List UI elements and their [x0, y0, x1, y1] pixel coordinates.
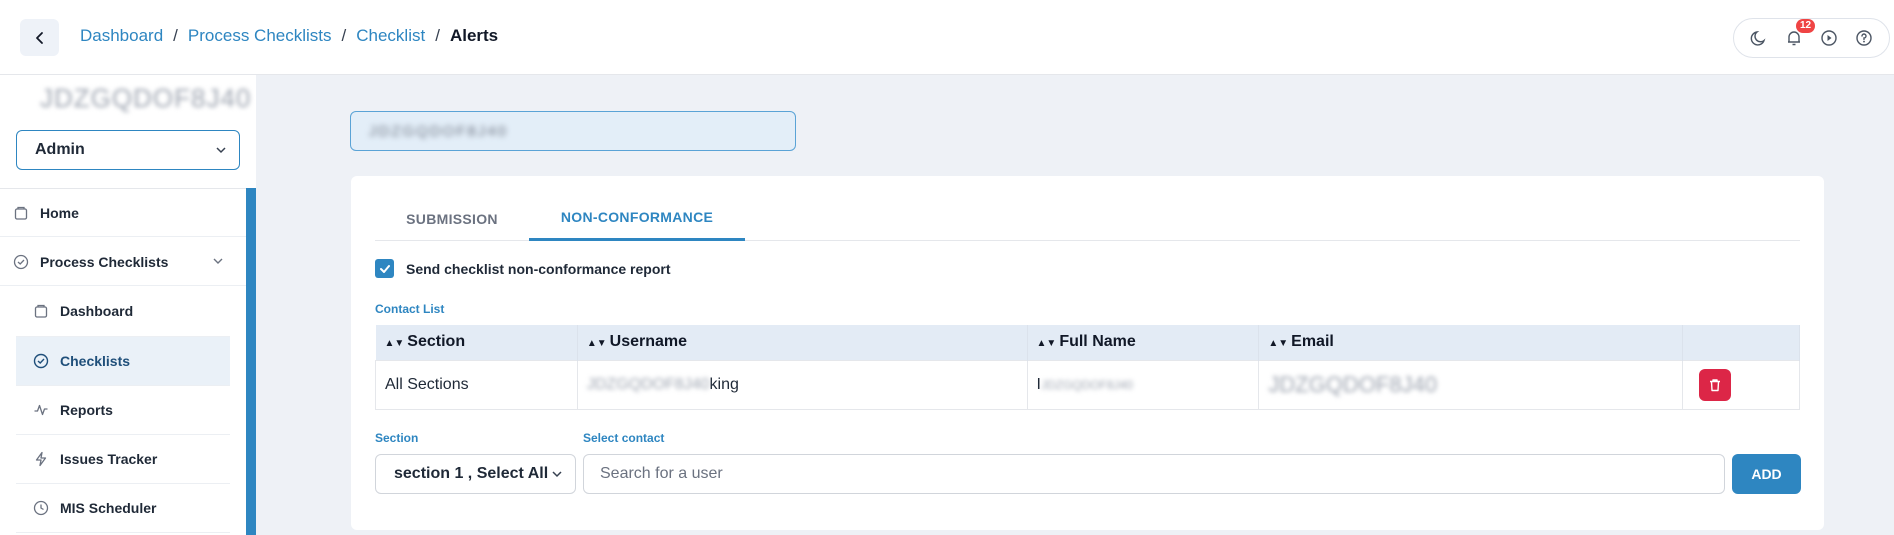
sidebar-item-label: Home: [40, 204, 79, 221]
check-icon: [379, 264, 390, 273]
section-select-value: section 1 , Select All: [394, 465, 549, 482]
breadcrumb-separator: /: [173, 26, 178, 45]
org-name: JDZGQDOF8J40: [40, 83, 252, 113]
cell-actions: [1682, 359, 1800, 410]
sidebar-item-label: Checklists: [60, 353, 131, 369]
column-header-actions: [1682, 325, 1800, 360]
table-row: All Sections JDZGQDOF8J40king IJDZGQDOF8…: [375, 359, 1800, 410]
back-button[interactable]: [20, 19, 59, 56]
contact-table: ▲▼ Section ▲▼ Username ▲▼ Full Name ▲▼ Email…: [375, 325, 1800, 410]
bell-icon[interactable]: 12: [1782, 19, 1816, 50]
sort-icon: ▲▼: [1036, 338, 1057, 350]
cell-email: JDZGQDOF8J40: [1258, 359, 1684, 410]
sort-icon: ▲▼: [586, 338, 607, 350]
contact-list-label: Contact List: [375, 302, 445, 316]
select-contact-label: Select contact: [583, 431, 665, 445]
alerts-card: SUBMISSION NON-CONFORMANCE Send checklis…: [351, 176, 1824, 530]
column-header-username[interactable]: ▲▼ Username: [577, 325, 1028, 360]
sidebar-divider: [16, 532, 230, 533]
chevron-down-icon: [216, 147, 226, 154]
top-header: Dashboard / Process Checklists / Checkli…: [0, 0, 1894, 75]
sidebar-item-label: Issues Tracker: [60, 451, 158, 467]
column-label: Email: [1291, 333, 1334, 351]
username-suffix: king: [709, 375, 739, 393]
checklist-title-text: JDZGQDOF8J40: [369, 122, 509, 140]
chevron-down-icon: [552, 471, 562, 478]
table-header-row: ▲▼ Section ▲▼ Username ▲▼ Full Name ▲▼ Email: [375, 325, 1800, 360]
help-icon[interactable]: [1852, 26, 1876, 50]
sidebar-item-home[interactable]: Home: [0, 189, 246, 237]
sidebar: JDZGQDOF8J40 Admin Home Process Checklis…: [0, 75, 256, 535]
play-icon[interactable]: [1817, 26, 1841, 50]
username-redacted: JDZGQDOF8J40: [586, 375, 710, 393]
role-select[interactable]: Admin: [16, 130, 240, 170]
sidebar-item-process-checklists[interactable]: Process Checklists: [0, 238, 246, 286]
sidebar-item-label: Reports: [60, 402, 113, 418]
notification-badge: 12: [1796, 19, 1816, 33]
breadcrumb-current: Alerts: [449, 26, 499, 45]
fullname-redacted: JDZGQDOF8J40: [1040, 377, 1133, 392]
sidebar-item-label: MIS Scheduler: [60, 500, 157, 516]
delete-button[interactable]: [1699, 368, 1732, 401]
sidebar-item-checklists[interactable]: Checklists: [16, 337, 230, 385]
search-user-input[interactable]: [583, 454, 1725, 494]
section-select[interactable]: section 1 , Select All: [375, 454, 576, 494]
send-report-label: Send checklist non-conformance report: [406, 260, 671, 277]
breadcrumb-process-checklists[interactable]: Process Checklists: [188, 26, 332, 46]
breadcrumb-separator: /: [341, 26, 347, 45]
column-label: Full Name: [1059, 333, 1136, 351]
column-header-email[interactable]: ▲▼ Email: [1258, 325, 1684, 360]
home-icon: [12, 204, 30, 222]
check-circle-icon: [12, 253, 30, 271]
add-button[interactable]: ADD: [1732, 454, 1801, 494]
clock-icon: [32, 499, 50, 517]
column-label: Section: [407, 333, 466, 351]
tab-submission[interactable]: SUBMISSION: [375, 196, 529, 241]
breadcrumb-separator: /: [435, 26, 440, 45]
send-report-row: Send checklist non-conformance report: [375, 259, 671, 278]
sidebar-item-issues-tracker[interactable]: Issues Tracker: [0, 435, 246, 483]
column-header-full-name[interactable]: ▲▼ Full Name: [1027, 325, 1260, 360]
send-report-checkbox[interactable]: [375, 259, 394, 278]
breadcrumb: Dashboard / Process Checklists / Checkli…: [80, 26, 498, 46]
sort-icon: ▲▼: [1268, 338, 1289, 350]
cell-full-name: IJDZGQDOF8J40: [1026, 359, 1260, 410]
lightning-icon: [32, 450, 50, 468]
section-label: Section: [375, 431, 419, 445]
sort-icon: ▲▼: [384, 338, 405, 350]
activity-icon: [32, 401, 50, 419]
role-value: Admin: [35, 141, 85, 158]
checklist-title: JDZGQDOF8J40: [350, 111, 796, 151]
chevron-left-icon: [35, 31, 43, 44]
dashboard-icon: [32, 302, 50, 320]
sidebar-item-dashboard[interactable]: Dashboard: [0, 287, 246, 335]
trash-icon: [1710, 378, 1721, 391]
header-actions: 12: [1733, 18, 1890, 58]
cell-username: JDZGQDOF8J40king: [576, 359, 1028, 410]
sidebar-item-label: Dashboard: [60, 303, 134, 319]
cell-section: All Sections: [375, 359, 578, 410]
chevron-down-icon: [213, 258, 223, 264]
breadcrumb-checklist[interactable]: Checklist: [356, 26, 425, 46]
breadcrumb-dashboard[interactable]: Dashboard: [80, 26, 163, 46]
sidebar-item-reports[interactable]: Reports: [0, 386, 246, 434]
moon-icon[interactable]: [1747, 26, 1771, 50]
sidebar-item-label: Process Checklists: [40, 253, 169, 270]
checklist-icon: [32, 352, 50, 370]
email-redacted: JDZGQDOF8J40: [1268, 371, 1438, 397]
sidebar-item-mis-scheduler[interactable]: MIS Scheduler: [0, 484, 246, 532]
tab-bar: SUBMISSION NON-CONFORMANCE: [375, 196, 1800, 241]
sidebar-scroll-indicator: [246, 188, 256, 535]
tab-non-conformance[interactable]: NON-CONFORMANCE: [529, 196, 745, 241]
column-header-section[interactable]: ▲▼ Section: [375, 325, 578, 360]
column-label: Username: [609, 333, 688, 351]
